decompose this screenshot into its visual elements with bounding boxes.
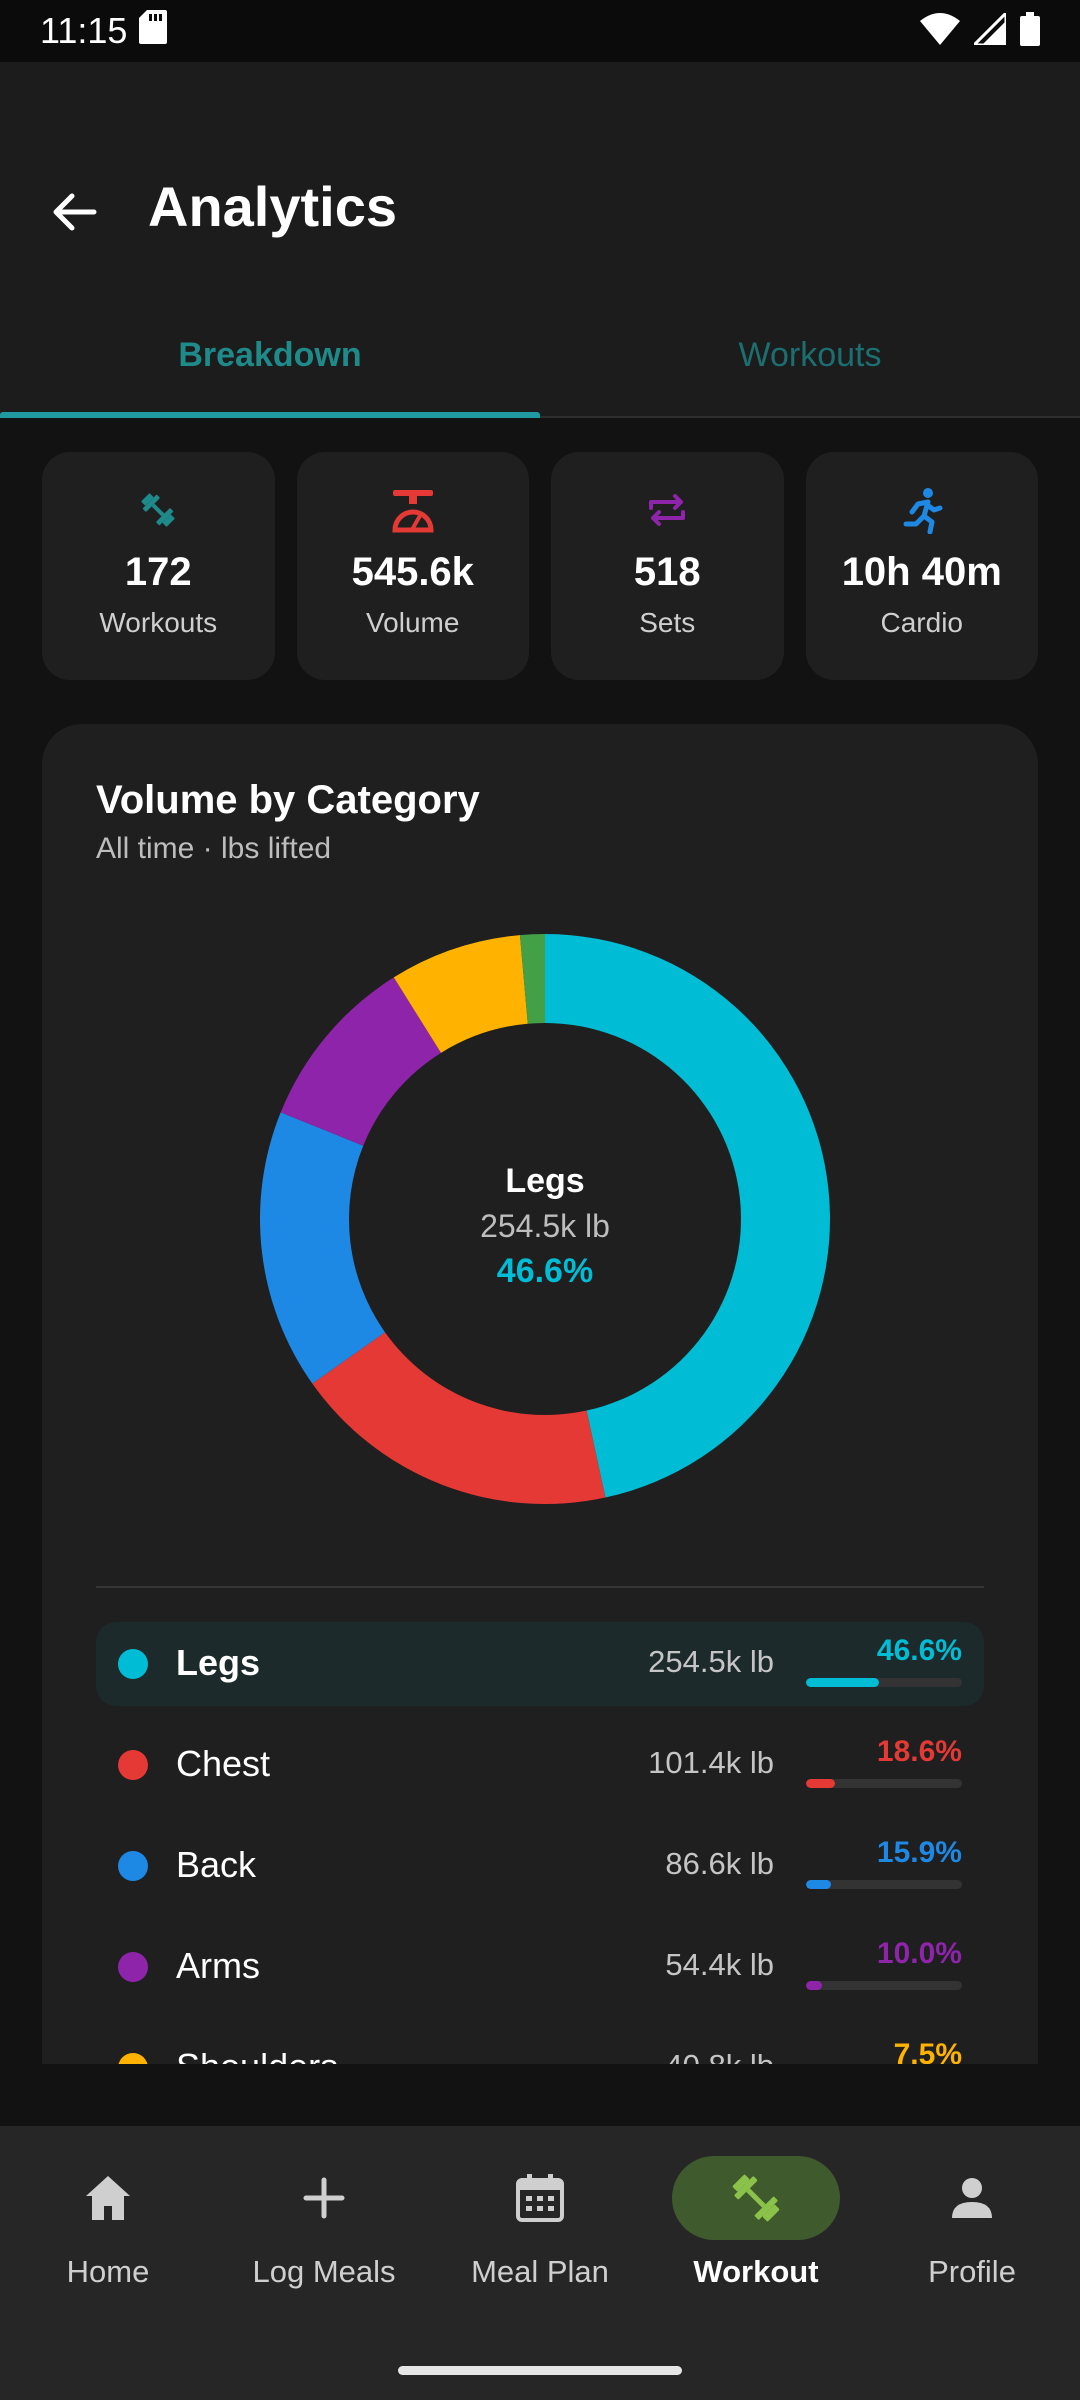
legend-name: Shoulders (176, 2046, 338, 2064)
donut-center-percent: 46.6% (496, 1252, 594, 1290)
bottom-navigation: Home Log Meals Meal Plan Workout Profile (0, 2126, 1080, 2400)
nav-label: Profile (928, 2254, 1016, 2289)
stat-card-cardio: 10h 40m Cardio (805, 452, 1038, 680)
legend-dot (118, 1750, 148, 1780)
donut-center-value: 254.5k lb (480, 1208, 610, 1244)
running-icon (898, 486, 946, 534)
stat-label: Workouts (99, 607, 218, 638)
card-title: Volume by Category (96, 778, 480, 822)
legend-percent: 7.5% (893, 2038, 962, 2064)
divider (96, 1586, 984, 1588)
legend-value: 86.6k lb (665, 1846, 774, 1881)
calendar-icon (516, 2174, 564, 2222)
wifi-icon (920, 12, 960, 50)
nav-label: Meal Plan (471, 2254, 609, 2289)
battery-icon (1020, 11, 1040, 51)
stats-row: 172 Workouts 545.6k Volume 518 Sets 10h … (42, 452, 1038, 680)
nav-item-home[interactable]: Home (0, 2156, 216, 2326)
legend-bar-track (806, 1880, 962, 1889)
stat-card-sets: 518 Sets (551, 452, 784, 680)
legend-bar-fill (806, 1678, 879, 1687)
stat-value: 10h 40m (841, 550, 1002, 594)
nav-item-meal-plan[interactable]: Meal Plan (432, 2156, 648, 2326)
nav-icon-wrap (672, 2156, 840, 2240)
nav-label: Home (66, 2254, 150, 2289)
legend-bar-fill (806, 1779, 836, 1788)
legend-bar-track (806, 1981, 962, 1990)
tab-breakdown[interactable]: Breakdown (0, 294, 540, 418)
legend-dot (118, 1952, 148, 1982)
weight-scale-icon (389, 486, 437, 534)
nav-item-profile[interactable]: Profile (864, 2156, 1080, 2326)
nav-label: Workout (693, 2254, 819, 2289)
stat-value: 172 (124, 550, 192, 594)
card-subtitle: All time · lbs lifted (96, 832, 332, 865)
legend-row-shoulders[interactable]: Shoulders 40.8k lb 7.5% (96, 2026, 984, 2064)
nav-item-workout[interactable]: Workout (648, 2156, 864, 2326)
dumbbell-icon (732, 2174, 780, 2222)
legend-bar-track (806, 1678, 962, 1687)
donut-slice-back[interactable] (259, 1112, 385, 1384)
legend-row-arms[interactable]: Arms 54.4k lb 10.0% (96, 1925, 984, 2009)
legend-value: 40.8k lb (665, 2048, 774, 2064)
legend-dot (118, 1851, 148, 1881)
donut-chart: Legs 254.5k lb 46.6% (259, 934, 831, 1504)
legend-value: 254.5k lb (648, 1644, 774, 1679)
app-bar: Analytics Breakdown Workouts (0, 62, 1080, 418)
legend-name: Back (176, 1844, 257, 1885)
legend-row-chest[interactable]: Chest 101.4k lb 18.6% (96, 1723, 984, 1807)
category-legend: Legs 254.5k lb 46.6% Chest 101.4k lb 18.… (96, 1622, 984, 2064)
donut-center-name: Legs (505, 1162, 585, 1200)
legend-dot (118, 2053, 148, 2064)
home-icon (86, 2176, 130, 2220)
legend-name: Legs (176, 1642, 261, 1683)
legend-percent: 46.6% (876, 1634, 962, 1667)
nav-icon-wrap (24, 2156, 192, 2240)
stat-value: 545.6k (351, 550, 474, 594)
back-button[interactable] (44, 182, 104, 242)
tab-bar: Breakdown Workouts (0, 294, 1080, 418)
legend-bar-fill (806, 1981, 822, 1990)
page-title: Analytics (148, 175, 397, 238)
legend-row-back[interactable]: Back 86.6k lb 15.9% (96, 1824, 984, 1908)
arrow-left-icon (53, 193, 97, 231)
donut-slice-chest[interactable] (312, 1332, 606, 1504)
stat-label: Cardio (880, 607, 963, 638)
plus-icon (303, 2177, 345, 2219)
stat-card-workouts: 172 Workouts (42, 452, 275, 680)
stat-label: Volume (366, 607, 460, 638)
tab-workouts[interactable]: Workouts (540, 294, 1080, 416)
sd-card-icon (139, 9, 168, 53)
nav-item-log-meals[interactable]: Log Meals (216, 2156, 432, 2326)
nav-label: Log Meals (252, 2254, 396, 2289)
status-time: 11:15 (40, 10, 128, 51)
legend-percent: 18.6% (876, 1735, 962, 1768)
nav-icon-wrap (888, 2156, 1056, 2240)
legend-name: Arms (176, 1945, 260, 1986)
legend-dot (118, 1649, 148, 1679)
legend-bar-track (806, 1779, 962, 1788)
repeat-icon (643, 486, 691, 534)
legend-row-legs[interactable]: Legs 254.5k lb 46.6% (96, 1622, 984, 1706)
nav-icon-wrap (240, 2156, 408, 2240)
legend-percent: 10.0% (876, 1937, 962, 1970)
legend-name: Chest (176, 1743, 271, 1784)
stat-card-volume: 545.6k Volume (296, 452, 529, 680)
signal-icon (970, 8, 1008, 50)
legend-percent: 15.9% (876, 1836, 962, 1869)
legend-value: 54.4k lb (665, 1947, 774, 1982)
person-icon (952, 2178, 992, 2218)
dumbbell-icon (134, 486, 182, 534)
legend-value: 101.4k lb (648, 1745, 774, 1780)
nav-icon-wrap (456, 2156, 624, 2240)
stat-value: 518 (633, 550, 701, 594)
home-indicator (398, 2366, 682, 2375)
volume-by-category-card: Volume by Category All time · lbs lifted… (42, 724, 1038, 2064)
status-bar: 11:15 (0, 0, 1080, 62)
legend-bar-fill (806, 1880, 831, 1889)
stat-label: Sets (639, 607, 696, 638)
